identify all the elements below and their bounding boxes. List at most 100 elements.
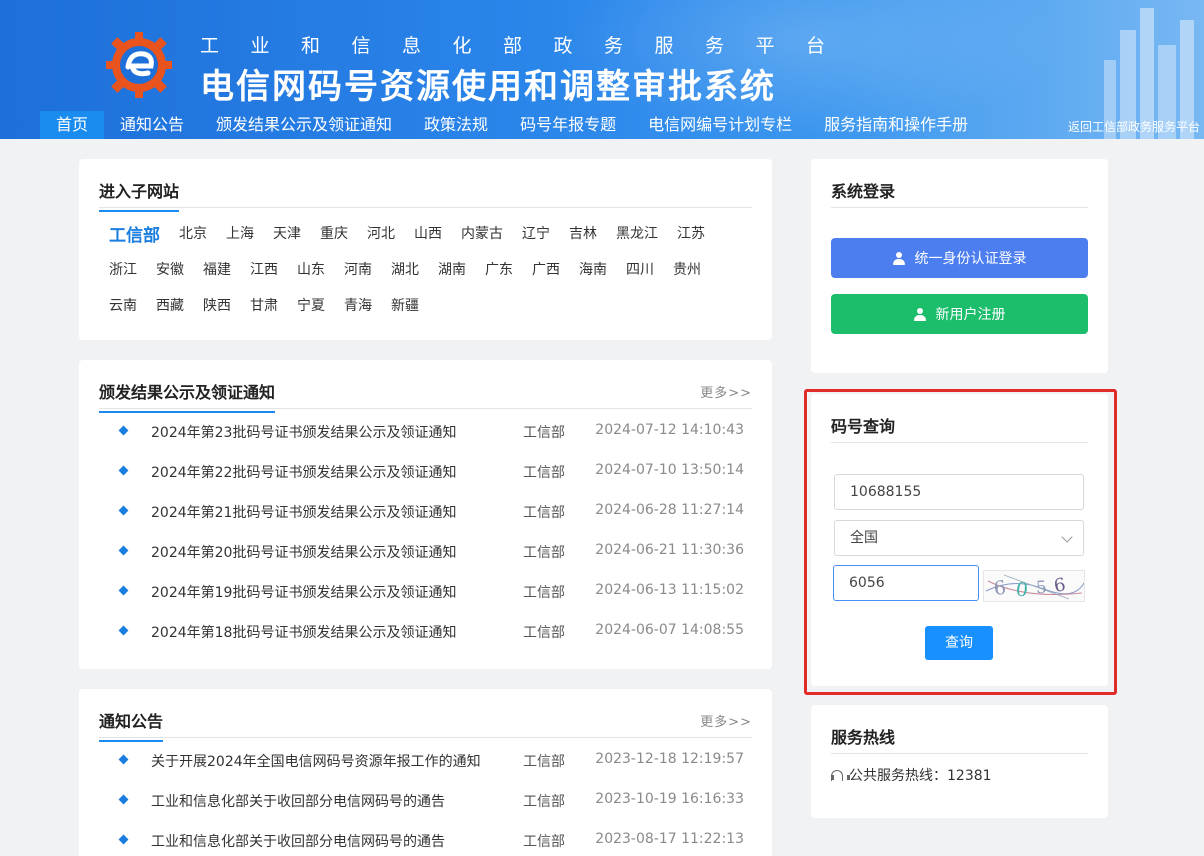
item-title-link[interactable]: 2024年第21批码号证书颁发结果公示及领证通知 (151, 502, 456, 522)
item-title-link[interactable]: 2024年第22批码号证书颁发结果公示及领证通知 (151, 462, 456, 482)
list-item: 2024年第23批码号证书颁发结果公示及领证通知 工信部 2024-07-12 … (99, 411, 752, 451)
nav-results[interactable]: 颁发结果公示及领证通知 (200, 111, 408, 139)
region-link[interactable]: 安徽 (156, 259, 184, 279)
region-link[interactable]: 河北 (367, 223, 395, 243)
region-link[interactable]: 山西 (414, 223, 442, 243)
results-more-link[interactable]: 更多>> (700, 382, 752, 401)
list-item: 2024年第20批码号证书颁发结果公示及领证通知 工信部 2024-06-21 … (99, 531, 752, 571)
region-row: 云南 西藏 陕西 甘肃 宁夏 青海 新疆 (109, 287, 729, 323)
list-item: 2024年第21批码号证书颁发结果公示及领证通知 工信部 2024-06-28 … (99, 491, 752, 531)
item-title-link[interactable]: 2024年第18批码号证书颁发结果公示及领证通知 (151, 622, 456, 642)
item-date: 2024-07-10 13:50:14 (595, 462, 744, 478)
region-link[interactable]: 江苏 (677, 223, 705, 243)
item-title-link[interactable]: 2024年第23批码号证书颁发结果公示及领证通知 (151, 422, 456, 442)
list-item: 关于开展2024年全国电信网码号资源年报工作的通知 工信部 2023-12-18… (99, 740, 752, 780)
region-link[interactable]: 吉林 (569, 223, 597, 243)
region-link[interactable]: 江西 (250, 259, 278, 279)
nav-policies[interactable]: 政策法规 (408, 111, 504, 139)
region-link[interactable]: 天津 (273, 223, 301, 243)
headset-icon (831, 769, 850, 781)
region-link[interactable]: 湖北 (391, 259, 419, 279)
region-link[interactable]: 青海 (344, 295, 372, 315)
region-link[interactable]: 陕西 (203, 295, 231, 315)
item-dept: 工信部 (523, 754, 565, 770)
notices-header: 通知公告 更多>> (99, 689, 752, 742)
item-dept: 工信部 (523, 425, 565, 441)
notices-more-link[interactable]: 更多>> (700, 711, 752, 730)
item-date: 2024-07-12 14:10:43 (595, 422, 744, 438)
region-link[interactable]: 新疆 (391, 295, 419, 315)
region-link[interactable]: 辽宁 (522, 223, 550, 243)
nav-annual-report[interactable]: 码号年报专题 (504, 111, 632, 139)
nav-home[interactable]: 首页 (40, 111, 105, 139)
item-dept: 工信部 (523, 465, 565, 481)
region-link[interactable]: 上海 (226, 223, 254, 243)
region-link-miit[interactable]: 工信部 (109, 221, 160, 246)
item-title-link[interactable]: 2024年第20批码号证书颁发结果公示及领证通知 (151, 542, 456, 562)
region-link[interactable]: 黑龙江 (616, 223, 658, 243)
item-date: 2023-08-17 11:22:13 (595, 831, 744, 847)
back-to-portal-link[interactable]: 返回工信部政务服务平台 (1068, 118, 1200, 135)
region-link[interactable]: 河南 (344, 259, 372, 279)
region-link[interactable]: 内蒙古 (461, 223, 503, 243)
subsites-panel: 进入子网站 工信部 北京 上海 天津 重庆 河北 山西 内蒙古 辽宁 吉林 黑龙… (79, 159, 772, 340)
svg-text:6: 6 (992, 577, 1007, 600)
region-select[interactable]: 全国 (834, 520, 1084, 556)
captcha-image[interactable]: 6 0 5 6 6056 (983, 570, 1085, 602)
mptc-logo-icon (106, 32, 172, 98)
hotline-header: 服务热线 (831, 705, 1088, 754)
diamond-bullet-icon (118, 465, 129, 476)
nav-notices[interactable]: 通知公告 (104, 111, 200, 139)
region-link[interactable]: 四川 (626, 259, 654, 279)
diamond-bullet-icon (118, 505, 129, 516)
item-dept: 工信部 (523, 794, 565, 810)
hotline-info: 公共服务热线：12381 (831, 765, 992, 785)
list-item: 2024年第22批码号证书颁发结果公示及领证通知 工信部 2024-07-10 … (99, 451, 752, 491)
main-nav: 首页 通知公告 颁发结果公示及领证通知 政策法规 码号年报专题 电信网编号计划专… (40, 111, 984, 139)
captcha-input[interactable]: 6056 (833, 565, 979, 601)
unified-login-label: 统一身份认证登录 (914, 251, 1027, 267)
notices-title: 通知公告 (99, 708, 164, 742)
list-item: 2024年第18批码号证书颁发结果公示及领证通知 工信部 2024-06-07 … (99, 611, 752, 651)
diamond-bullet-icon (118, 834, 129, 845)
site-header: 工业和信息化部政务服务平台 电信网码号资源使用和调整审批系统 首页 通知公告 颁… (0, 0, 1204, 139)
region-link[interactable]: 广东 (485, 259, 513, 279)
item-date: 2024-06-28 11:27:14 (595, 502, 744, 518)
diamond-bullet-icon (118, 545, 129, 556)
diamond-bullet-icon (118, 585, 129, 596)
region-link[interactable]: 西藏 (156, 295, 184, 315)
query-submit-button[interactable]: 查询 (925, 626, 993, 660)
region-link[interactable]: 湖南 (438, 259, 466, 279)
results-header: 颁发结果公示及领证通知 更多>> (99, 360, 752, 413)
item-title-link[interactable]: 关于开展2024年全国电信网码号资源年报工作的通知 (151, 751, 481, 771)
item-date: 2024-06-07 14:08:55 (595, 622, 744, 638)
item-date: 2024-06-21 11:30:36 (595, 542, 744, 558)
subsites-header: 进入子网站 (99, 159, 752, 212)
number-input[interactable]: 10688155 (834, 474, 1084, 510)
region-link[interactable]: 北京 (179, 223, 207, 243)
region-link[interactable]: 山东 (297, 259, 325, 279)
item-title-link[interactable]: 工业和信息化部关于收回部分电信网码号的通告 (151, 831, 445, 851)
region-link[interactable]: 浙江 (109, 259, 137, 279)
region-row: 浙江 安徽 福建 江西 山东 河南 湖北 湖南 广东 广西 海南 四川 贵州 (109, 251, 729, 287)
item-title-link[interactable]: 工业和信息化部关于收回部分电信网码号的通告 (151, 791, 445, 811)
region-link[interactable]: 广西 (532, 259, 560, 279)
region-link[interactable]: 云南 (109, 295, 137, 315)
region-link[interactable]: 甘肃 (250, 295, 278, 315)
item-date: 2024-06-13 11:15:02 (595, 582, 744, 598)
region-link[interactable]: 贵州 (673, 259, 701, 279)
item-dept: 工信部 (523, 545, 565, 561)
region-link[interactable]: 福建 (203, 259, 231, 279)
item-dept: 工信部 (523, 625, 565, 641)
user-icon (913, 307, 926, 321)
notices-panel: 通知公告 更多>> 关于开展2024年全国电信网码号资源年报工作的通知 工信部 … (79, 689, 772, 856)
nav-service-guide[interactable]: 服务指南和操作手册 (808, 111, 984, 139)
register-button[interactable]: 新用户注册 (831, 294, 1088, 334)
query-title: 码号查询 (831, 417, 896, 436)
nav-numbering-plan[interactable]: 电信网编号计划专栏 (632, 111, 808, 139)
region-link[interactable]: 海南 (579, 259, 607, 279)
region-link[interactable]: 宁夏 (297, 295, 325, 315)
region-link[interactable]: 重庆 (320, 223, 348, 243)
unified-login-button[interactable]: 统一身份认证登录 (831, 238, 1088, 278)
item-title-link[interactable]: 2024年第19批码号证书颁发结果公示及领证通知 (151, 582, 456, 602)
